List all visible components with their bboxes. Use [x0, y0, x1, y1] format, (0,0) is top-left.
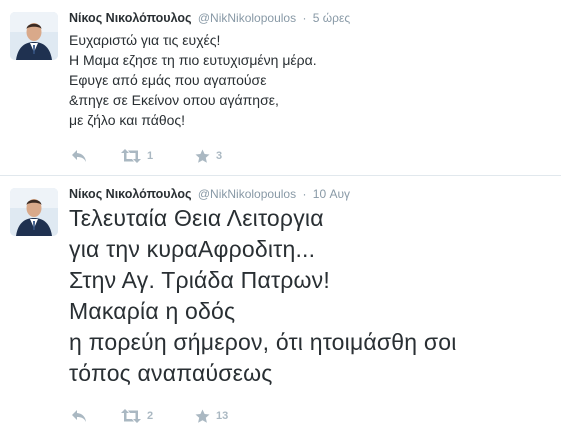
tweet-text-line: για την κυραΑφροδιτη...	[69, 236, 316, 262]
star-icon	[195, 149, 210, 164]
retweet-button[interactable]: 2	[121, 406, 153, 426]
timestamp[interactable]: 10 Αυγ	[313, 187, 350, 201]
retweet-icon	[121, 149, 141, 163]
tweet-text-line: Ευχαριστώ για τις ευχές!	[69, 32, 221, 48]
tweet-text: Ευχαριστώ για τις ευχές! Η Μαμα εζησε τη…	[69, 30, 317, 130]
reply-icon	[71, 149, 87, 163]
reply-button[interactable]	[71, 146, 87, 166]
tweet-text-line: &πηγε σε Εκείνον οπου αγάπησε,	[69, 92, 279, 108]
reply-icon	[71, 409, 87, 423]
tweet-text-line: με ζήλο και πάθος!	[69, 112, 186, 128]
fullname[interactable]: Νίκος Νικολόπουλος	[69, 187, 192, 201]
timestamp[interactable]: 5 ώρες	[313, 11, 350, 25]
avatar[interactable]	[10, 188, 58, 236]
separator: ·	[302, 11, 307, 25]
tweet[interactable]: Νίκος Νικολόπουλος @NikNikolopoulos · 5 …	[0, 0, 561, 176]
avatar[interactable]	[10, 12, 58, 60]
favorite-button[interactable]: 13	[195, 406, 228, 426]
username[interactable]: @NikNikolopoulos	[198, 187, 296, 201]
tweet-actions: 2 13	[71, 406, 371, 426]
retweet-count: 2	[147, 410, 154, 422]
tweet[interactable]: Νίκος Νικολόπουλος @NikNikolopoulos · 10…	[0, 176, 561, 434]
username[interactable]: @NikNikolopoulos	[198, 11, 296, 25]
tweet-text-line: Στην Αγ. Τριάδα Πατρων!	[69, 267, 330, 293]
reply-button[interactable]	[71, 406, 87, 426]
tweet-header: Νίκος Νικολόπουλος @NikNikolopoulos · 10…	[69, 186, 350, 202]
fullname[interactable]: Νίκος Νικολόπουλος	[69, 11, 192, 25]
favorite-button[interactable]: 3	[195, 146, 222, 166]
tweet-actions: 1 3	[71, 146, 371, 166]
retweet-count: 1	[147, 150, 154, 162]
star-icon	[195, 409, 210, 424]
tweet-text-line: Εφυγε από εμάς που αγαπούσε	[69, 72, 267, 88]
separator: ·	[302, 187, 307, 201]
favorite-count: 13	[216, 410, 229, 422]
retweet-button[interactable]: 1	[121, 146, 153, 166]
tweet-text-line: Τελευταία Θεια Λειτοργια	[69, 205, 324, 231]
tweet-header: Νίκος Νικολόπουλος @NikNikolopoulos · 5 …	[69, 10, 350, 26]
tweet-text-line: Η Μαμα εζησε τη πιο ευτυχισμένη μέρα.	[69, 52, 317, 68]
tweet-text-line: η πορεύη σήμερον, ότι ητοιμάσθη σοι	[69, 329, 457, 355]
tweet-text-line: Μακαρία η οδός	[69, 298, 236, 324]
retweet-icon	[121, 409, 141, 423]
tweet-text-line: τόπος αναπαύσεως	[69, 360, 273, 386]
favorite-count: 3	[216, 150, 223, 162]
tweet-text: Τελευταία Θεια Λειτοργια για την κυραΑφρ…	[69, 203, 457, 389]
